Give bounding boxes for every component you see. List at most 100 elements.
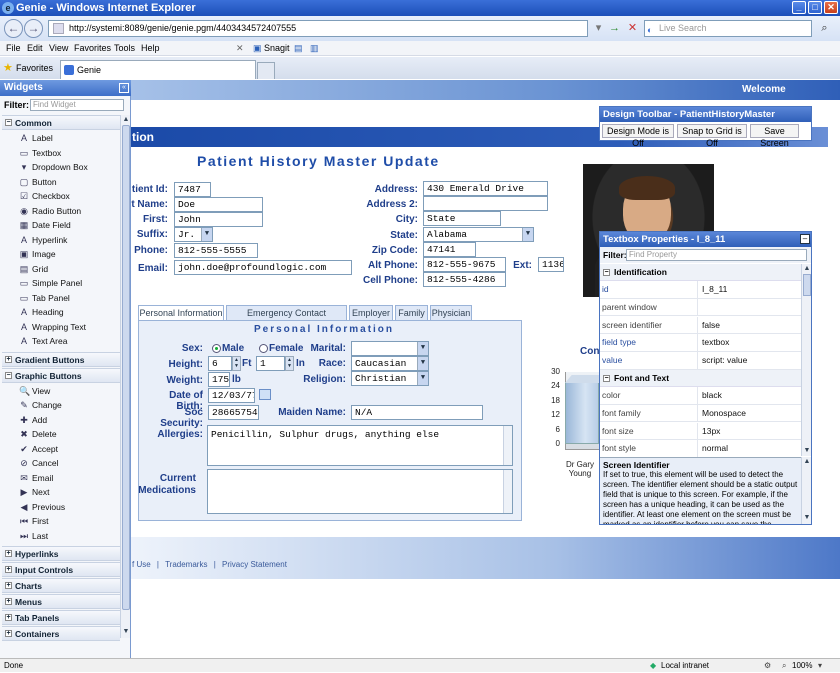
property-value[interactable]: black [702,387,722,404]
go-button[interactable]: → [606,20,623,37]
maximize-button[interactable]: □ [808,1,822,14]
sex-male-radio[interactable] [212,344,221,353]
property-value[interactable]: Monospace [702,405,746,422]
widget-view[interactable]: 🔍 View [19,385,50,397]
collapse-panel-icon[interactable]: « [119,83,129,93]
protected-mode-icon[interactable]: ⚙ [764,659,771,673]
widgets-scroll-thumb[interactable] [122,125,130,610]
maiden-name-field[interactable]: N/A [351,405,483,420]
weight-field[interactable]: 175 [208,372,230,387]
tab-physician[interactable]: Physician [430,305,472,320]
footer-terms-link[interactable]: f Use [132,560,151,569]
widget-section-common[interactable]: − Common [2,115,120,130]
height-feet-spinner[interactable]: ▲ ▼ [232,356,241,371]
widget-simple-panel[interactable]: ▭ Simple Panel [19,277,82,289]
favorites-button[interactable]: ★ Favorites [2,60,53,76]
height-inches-field[interactable]: 1 [256,356,285,371]
tab-employer[interactable]: Employer [349,305,393,320]
close-toolbar-icon[interactable]: ✕ [236,41,244,56]
widget-add[interactable]: ✚ Add [19,414,47,426]
widget-last[interactable]: ⏭ Last [19,530,48,542]
widget-textbox[interactable]: ▭ Textbox [19,147,62,159]
live-search-input[interactable]: ◐ Live Search [644,20,812,37]
properties-scrollbar[interactable]: ▲ ▼ [801,264,811,456]
tab-personal-information[interactable]: Personal Information [138,305,224,321]
current-meds-textarea[interactable] [207,469,513,514]
widget-filter-input[interactable]: Find Widget [30,99,124,111]
widget-checkbox[interactable]: ☑ Checkbox [19,190,70,202]
property-row-screen-identifier[interactable]: screen identifier false [600,316,801,335]
patient-id-field[interactable]: 7487 [174,182,211,197]
religion-select[interactable]: Christian ▼ [351,371,429,386]
property-value[interactable]: textbox [702,334,729,351]
widget-cancel[interactable]: ⊘ Cancel [19,457,58,469]
scroll-down-icon[interactable]: ▼ [121,627,131,637]
widget-section-charts[interactable]: + Charts [2,578,120,593]
address-field[interactable]: 430 Emerald Drive [423,181,548,196]
first-name-field[interactable]: John [174,212,263,227]
widgets-scrollbar[interactable]: ▲ ▼ [120,115,130,638]
ssn-field[interactable]: 286657540 [208,405,259,420]
widget-section-input-controls[interactable]: + Input Controls [2,562,120,577]
snagit-button[interactable]: Snagit [264,41,290,56]
widget-previous[interactable]: ◀ Previous [19,501,66,513]
last-name-field[interactable]: Doe [174,197,263,212]
widget-section-containers[interactable]: + Containers [2,626,120,641]
zip-field[interactable]: 47141 [423,242,476,257]
stop-button[interactable]: ✕ [624,20,641,37]
widget-section-graphic-buttons[interactable]: − Graphic Buttons [2,367,120,383]
widget-first[interactable]: ⏮ First [19,515,49,527]
zoom-dropdown-icon[interactable]: ▾ [818,659,822,673]
property-category-font-and-text[interactable]: − Font and Text [600,370,801,387]
widget-section-gradient-buttons[interactable]: + Gradient Buttons [2,351,120,367]
dob-field[interactable]: 12/03/77 [208,388,255,403]
race-select[interactable]: Caucasian ▼ [351,356,429,371]
height-feet-field[interactable]: 6 [208,356,232,371]
widget-next[interactable]: ▶ Next [19,486,50,498]
calendar-icon[interactable] [259,389,271,400]
description-scrollbar[interactable]: ▲ ▼ [801,457,811,524]
widget-dropdown-box[interactable]: ▾ Dropdown Box [19,161,88,173]
phone-field[interactable]: 812-555-5555 [174,243,258,258]
meds-scrollbar[interactable] [503,470,512,513]
property-row-value[interactable]: value script: value [600,352,801,370]
widget-delete[interactable]: ✖ Delete [19,428,56,440]
property-row-font-family[interactable]: font family Monospace [600,404,801,423]
property-filter-input[interactable]: Find Property [626,249,807,261]
zoom-icon[interactable]: ⌕ [782,659,786,673]
save-screen-button[interactable]: Save Screen [750,124,799,148]
property-row-font-size[interactable]: font size 13px [600,422,801,441]
marital-select[interactable]: ▼ [351,341,429,356]
state-select[interactable]: Alabama ▼ [423,227,534,242]
search-icon[interactable]: ⌕ [816,20,833,37]
menu-help[interactable]: Help [141,41,160,56]
scroll-up-icon[interactable]: ▲ [802,457,812,467]
property-value[interactable]: normal [702,440,728,457]
widget-section-hyperlinks[interactable]: + Hyperlinks [2,546,120,561]
properties-scroll-thumb[interactable] [803,274,811,296]
property-row-color[interactable]: color black [600,387,801,405]
alt-phone-field[interactable]: 812-555-9675 [423,257,506,272]
dropdown-arrow-icon[interactable]: ▾ [590,20,607,37]
property-row-id[interactable]: id I_8_11 [600,281,801,299]
allergies-textarea[interactable]: Penicillin, Sulphur drugs, anything else [207,425,513,466]
footer-privacy-link[interactable]: Privacy Statement [222,560,287,569]
widget-section-menus[interactable]: + Menus [2,594,120,609]
email-field[interactable]: john.doe@profoundlogic.com [174,260,352,275]
footer-trademarks-link[interactable]: Trademarks [165,560,207,569]
widget-accept[interactable]: ✔ Accept [19,443,58,455]
allergies-scrollbar[interactable] [503,426,512,465]
widget-radio-button[interactable]: ◉ Radio Button [19,205,81,217]
cell-phone-field[interactable]: 812-555-4286 [423,272,506,287]
height-inches-spinner[interactable]: ▲ ▼ [285,356,294,371]
menu-file[interactable]: File [6,41,21,56]
widget-image[interactable]: ▣ Image [19,248,56,260]
scroll-down-icon[interactable]: ▼ [802,513,812,523]
browser-tab-genie[interactable]: Genie [60,60,256,79]
widget-wrapping-text[interactable]: A Wrapping Text [19,321,86,333]
widget-label[interactable]: A Label [19,132,53,144]
property-row-font-style[interactable]: font style normal [600,440,801,458]
sex-female-radio[interactable] [259,344,268,353]
widget-section-tab-panels[interactable]: + Tab Panels [2,610,120,625]
property-value[interactable]: 13px [702,423,720,440]
